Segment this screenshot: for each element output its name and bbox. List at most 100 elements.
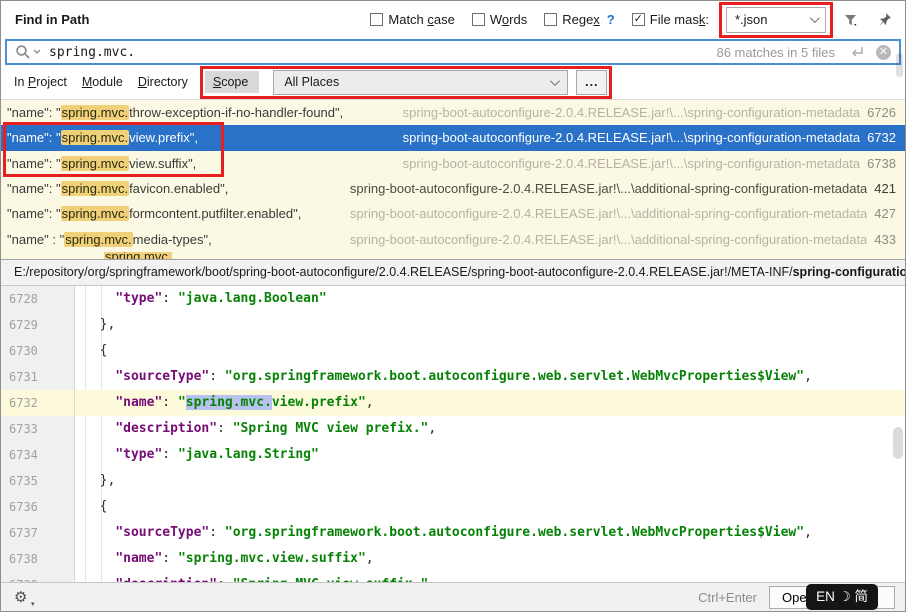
words-checkbox-box[interactable]: [472, 13, 485, 26]
code-token: "Spring MVC view suffix.": [233, 577, 429, 582]
code-token: "type": [115, 447, 162, 462]
code-token: "sourceType": [115, 369, 209, 384]
regex-checkbox-box[interactable]: [544, 13, 557, 26]
close-icon[interactable]: ✕: [876, 45, 891, 60]
line-number: 6729: [1, 312, 75, 338]
code-token: ": [178, 395, 186, 410]
match-highlight: spring.mvc.: [61, 105, 129, 120]
result-text-prefix: "name": ": [7, 181, 61, 196]
match-highlight: spring.mvc.: [61, 130, 129, 145]
result-row[interactable]: "name": "spring.mvc.view.prefix",spring-…: [1, 125, 905, 150]
code-line[interactable]: 6738 "name": "spring.mvc.view.suffix",: [1, 546, 905, 572]
code-line[interactable]: 6730 {: [1, 338, 905, 364]
code-line[interactable]: 6731 "sourceType": "org.springframework.…: [1, 364, 905, 390]
regex-label: Regex: [562, 12, 600, 27]
code-preview-editor[interactable]: 6728 "type": "java.lang.Boolean"6729 },6…: [1, 286, 905, 582]
code-token: ,: [366, 395, 374, 410]
search-query-text[interactable]: spring.mvc.: [49, 45, 135, 60]
match-highlight: spring.mvc.: [61, 206, 129, 221]
code-token: ,: [804, 369, 812, 384]
result-row[interactable]: spring.mvc.: [1, 252, 905, 259]
code-text: "name": "spring.mvc.view.suffix",: [75, 546, 905, 572]
code-line[interactable]: 6736 {: [1, 494, 905, 520]
file-mask-dropdown[interactable]: *.json: [726, 7, 826, 33]
code-token: "org.springframework.boot.autoconfigure.…: [225, 525, 804, 540]
selection-highlight: spring.mvc.: [186, 395, 272, 410]
line-number: 6731: [1, 364, 75, 390]
code-line[interactable]: 6737 "sourceType": "org.springframework.…: [1, 520, 905, 546]
match-highlight: spring.mvc.: [104, 252, 172, 259]
code-token: "spring.mvc.view.suffix": [178, 551, 366, 566]
match-highlight: spring.mvc.: [61, 181, 129, 196]
code-token: },: [100, 317, 116, 332]
tab-directory[interactable]: Directory: [138, 75, 188, 89]
match-case-checkbox[interactable]: Match case: [370, 12, 454, 27]
chevron-down-icon: [550, 76, 560, 86]
scope-more-button[interactable]: ...: [576, 70, 607, 95]
code-line[interactable]: 6729 },: [1, 312, 905, 338]
editor-scrollbar[interactable]: [893, 427, 903, 459]
code-token: :: [162, 291, 178, 306]
result-file-path: spring-boot-autoconfigure-2.0.4.RELEASE.…: [403, 156, 860, 171]
result-line-number: 6726: [867, 105, 896, 120]
results-list: "name": "spring.mvc.throw-exception-if-n…: [1, 99, 905, 259]
code-text: "description": "Spring MVC view prefix."…: [75, 416, 905, 442]
code-token: {: [100, 499, 108, 514]
result-row[interactable]: "name": "spring.mvc.view.suffix",spring-…: [1, 151, 905, 176]
shortcut-hint: Ctrl+Enter: [698, 590, 757, 605]
result-text-prefix: "name": ": [7, 156, 61, 171]
code-line[interactable]: 6735 },: [1, 468, 905, 494]
dialog-title: Find in Path: [15, 12, 89, 27]
code-line-current[interactable]: 6732 "name": "spring.mvc.view.prefix",: [1, 390, 905, 416]
line-number: 6735: [1, 468, 75, 494]
tab-scope[interactable]: Scope: [205, 71, 259, 93]
code-line[interactable]: 6734 "type": "java.lang.String": [1, 442, 905, 468]
result-text-rest: formcontent.putfilter.enabled",: [129, 206, 301, 221]
result-row[interactable]: "name": "spring.mvc.throw-exception-if-n…: [1, 100, 905, 125]
code-line[interactable]: 6728 "type": "java.lang.Boolean": [1, 286, 905, 312]
line-number: 6728: [1, 286, 75, 312]
code-token: ,: [804, 525, 812, 540]
filter-icon[interactable]: [843, 12, 859, 28]
code-text: "sourceType": "org.springframework.boot.…: [75, 520, 905, 546]
code-token: },: [100, 473, 116, 488]
ime-language-indicator: EN ☽ 简: [806, 584, 878, 610]
tab-module[interactable]: Module: [82, 75, 123, 89]
search-field[interactable]: spring.mvc. 86 matches in 5 files ✕: [5, 39, 901, 65]
pin-icon[interactable]: [876, 11, 893, 28]
result-line-number: 6738: [867, 156, 896, 171]
match-case-label: Match case: [388, 12, 454, 27]
result-file-path: spring-boot-autoconfigure-2.0.4.RELEASE.…: [350, 232, 867, 247]
scope-dropdown[interactable]: All Places: [273, 70, 568, 95]
regex-help-link[interactable]: ?: [607, 12, 615, 27]
regex-checkbox[interactable]: Regex ?: [544, 12, 615, 27]
code-token: "java.lang.Boolean": [178, 291, 327, 306]
code-token: "Spring MVC view prefix.": [233, 421, 429, 436]
result-row[interactable]: "name": "spring.mvc.formcontent.putfilte…: [1, 201, 905, 226]
result-row[interactable]: "name": "spring.mvc.favicon.enabled",spr…: [1, 176, 905, 201]
tab-in-project[interactable]: In Project: [14, 75, 67, 89]
find-in-path-dialog: Find in Path Match case Words Regex ? ✓ …: [0, 0, 906, 612]
scope-bar: In Project Module Directory Scope All Pl…: [1, 67, 905, 97]
code-lines: 6728 "type": "java.lang.Boolean"6729 },6…: [1, 286, 905, 582]
result-row[interactable]: "name" : "spring.mvc.media-types",spring…: [1, 226, 905, 251]
result-text-prefix: "name": ": [7, 105, 61, 120]
file-mask-checkbox-box[interactable]: ✓: [632, 13, 645, 26]
code-line[interactable]: 6739 "description": "Spring MVC view suf…: [1, 572, 905, 582]
match-case-checkbox-box[interactable]: [370, 13, 383, 26]
code-line[interactable]: 6733 "description": "Spring MVC view pre…: [1, 416, 905, 442]
gear-icon[interactable]: ⚙▾: [14, 588, 27, 606]
words-checkbox[interactable]: Words: [472, 12, 527, 27]
enter-arrow-icon: [849, 46, 864, 58]
result-file-path: spring-boot-autoconfigure-2.0.4.RELEASE.…: [403, 105, 860, 120]
search-icon[interactable]: [15, 44, 41, 60]
code-token: "description": [115, 421, 217, 436]
result-file-path: spring-boot-autoconfigure-2.0.4.RELEASE.…: [350, 181, 867, 196]
code-text: {: [75, 338, 905, 364]
preview-file-path: E:/repository/org/springframework/boot/s…: [1, 259, 905, 286]
file-mask-checkbox[interactable]: ✓ File mask:: [632, 12, 709, 27]
result-text-rest: view.prefix",: [129, 130, 198, 145]
code-text: "name": "spring.mvc.view.prefix",: [75, 390, 905, 416]
results-scrollbar[interactable]: [896, 53, 903, 77]
code-token: ,: [428, 577, 436, 582]
